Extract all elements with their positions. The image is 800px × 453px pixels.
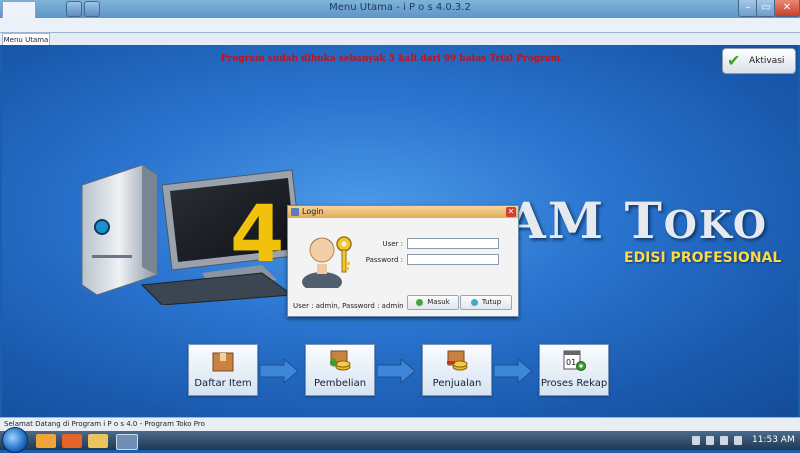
svg-text:01: 01 [566,358,576,367]
brand-title-part: OKO [663,202,768,247]
box-icon [212,352,234,372]
tab-bar: Menu Utama [0,33,800,46]
start-button[interactable] [2,427,28,453]
close-button[interactable]: ✕ [774,0,800,17]
check-icon: ✔ [727,51,741,70]
arrow-right-icon [260,359,299,383]
daftar-item-button[interactable]: Daftar Item [188,344,258,396]
login-window-icon [291,208,299,216]
tutup-button[interactable]: Tutup [460,295,512,310]
clock[interactable]: 11:53 AM [752,435,795,445]
login-hint: User : admin, Password : admin [293,302,404,310]
toolbar [0,18,800,33]
edition-label: EDISI PROFESIONAL [624,250,782,266]
browser-icon[interactable] [62,434,82,448]
pembelian-button[interactable]: Pembelian [305,344,375,396]
proses-rekap-button[interactable]: 01 Proses Rekap [539,344,609,396]
check-icon [416,298,424,306]
calendar-gear-icon: 01 [563,350,586,371]
purchase-icon [330,350,351,371]
main-panel: Program sudah dibuka sebanyak 5 kali dar… [2,45,798,417]
status-text: Selamat Datang di Program i P o s 4.0 - … [4,420,205,428]
user-input[interactable] [407,238,499,249]
title-bar: Menu Utama - i P o s 4.0.3.2 – ▭ ✕ [0,0,800,19]
password-input[interactable] [407,254,499,265]
media-player-icon[interactable] [36,434,56,448]
tray-arrow-icon[interactable] [692,436,700,445]
maximize-button[interactable]: ▭ [756,0,776,17]
daftar-item-label: Daftar Item [194,378,252,389]
penjualan-label: Penjualan [432,378,482,389]
penjualan-button[interactable]: Penjualan [422,344,492,396]
brand-four: 4 [230,190,285,280]
window-title: Menu Utama - i P o s 4.0.3.2 [329,2,471,13]
login-title-bar: Login ✕ [288,206,518,218]
masuk-label: Masuk [427,298,450,306]
folder-icon[interactable] [88,434,108,448]
sales-icon [447,350,468,371]
volume-icon[interactable] [734,436,742,445]
tutup-label: Tutup [481,298,502,306]
minimize-button[interactable]: – [738,0,758,17]
arrow-right-icon [494,359,533,383]
password-label: Password : [365,256,403,264]
masuk-button[interactable]: Masuk [407,295,459,310]
app-taskbar-button[interactable] [116,434,138,450]
brand-title: AM TOKO [507,191,768,250]
aktivasi-button[interactable]: ✔ Aktivasi [722,48,796,74]
network-icon[interactable] [720,436,728,445]
close-icon [470,298,478,306]
user-label: User : [382,240,403,248]
pembelian-label: Pembelian [313,378,367,389]
flag-icon[interactable] [706,436,714,445]
brand-title-part: AM [507,191,625,250]
login-title: Login [302,207,324,216]
brand-title-part: T [624,191,664,250]
login-dialog: Login ✕ User : Password : User : admin, … [287,205,519,317]
taskbar: 11:53 AM [0,427,800,453]
status-bar: Selamat Datang di Program i P o s 4.0 - … [0,417,800,432]
login-close-button[interactable]: ✕ [506,207,516,217]
proses-rekap-label: Proses Rekap [540,378,608,389]
arrow-right-icon [377,359,416,383]
aktivasi-label: Aktivasi [749,56,785,66]
trial-notice: Program sudah dibuka sebanyak 5 kali dar… [220,54,564,64]
